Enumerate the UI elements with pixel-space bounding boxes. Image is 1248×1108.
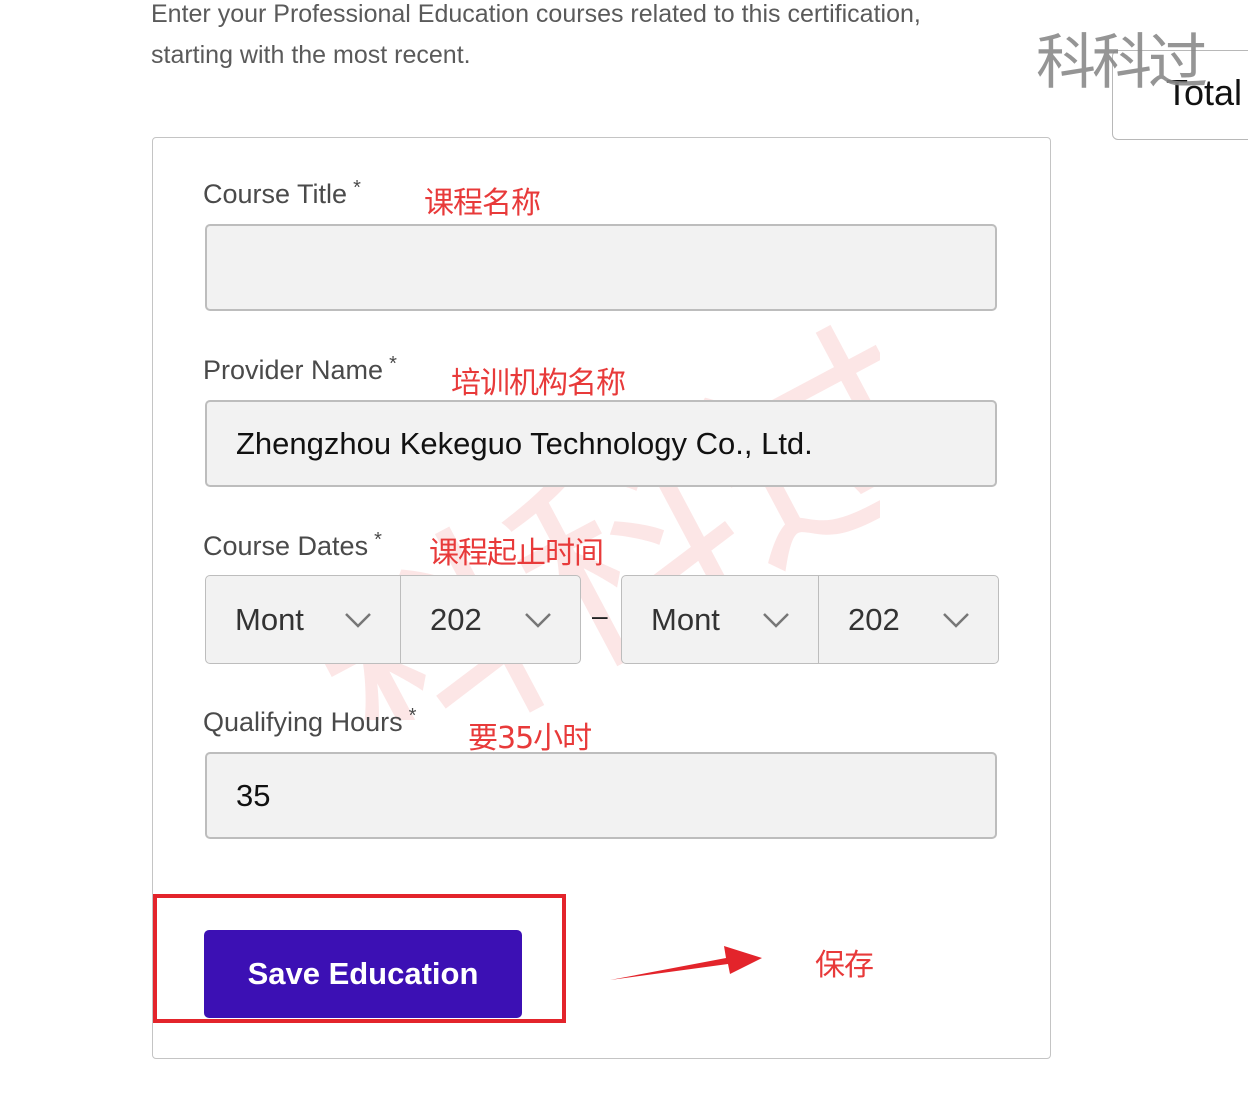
chevron-down-icon: [943, 612, 969, 628]
course-title-annotation: 课程名称: [424, 186, 541, 221]
course-dates-label: Course Dates *: [203, 529, 382, 561]
course-title-input[interactable]: [205, 224, 997, 311]
watermark-logo: 科科过: [1036, 28, 1208, 98]
provider-name-input[interactable]: [205, 400, 997, 487]
course-title-label: Course Title *: [203, 177, 361, 209]
provider-name-label: Provider Name *: [203, 353, 397, 385]
qualifying-hours-annotation: 要35小时: [468, 721, 592, 756]
end-month-value: Mont: [651, 601, 720, 637]
intro-line-2: starting with the most recent.: [151, 41, 471, 69]
chevron-down-icon: [763, 612, 789, 628]
end-year-value: 202: [848, 601, 900, 637]
start-month-value: Mont: [235, 601, 304, 637]
annotation-highlight-box: [153, 894, 566, 1023]
provider-name-annotation: 培训机构名称: [451, 366, 626, 401]
date-range-separator: –: [592, 600, 608, 631]
start-year-select[interactable]: 202: [400, 575, 581, 664]
chevron-down-icon: [345, 612, 371, 628]
end-year-select[interactable]: 202: [818, 575, 999, 664]
intro-line-1: Enter your Professional Education course…: [151, 0, 921, 28]
course-dates-annotation: 课程起止时间: [429, 536, 604, 571]
arrow-right-icon: [610, 946, 762, 980]
start-month-select[interactable]: Mont: [205, 575, 401, 664]
save-annotation: 保存: [815, 948, 874, 983]
end-month-select[interactable]: Mont: [621, 575, 819, 664]
chevron-down-icon: [525, 612, 551, 628]
qualifying-hours-label: Qualifying Hours *: [203, 705, 417, 737]
intro-text: Enter your Professional Education course…: [151, 0, 1051, 76]
start-year-value: 202: [430, 601, 482, 637]
qualifying-hours-input[interactable]: [205, 752, 997, 839]
